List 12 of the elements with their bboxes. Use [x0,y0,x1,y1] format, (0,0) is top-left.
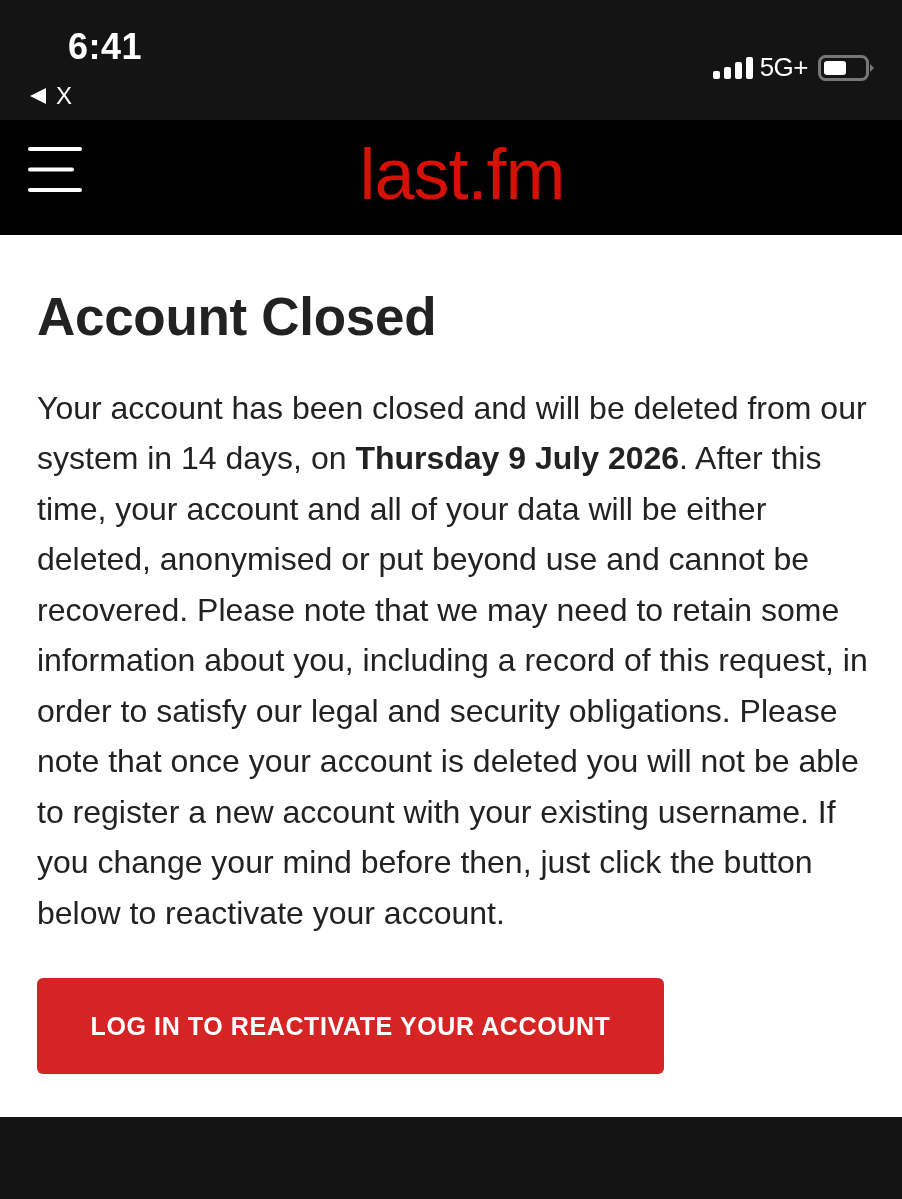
back-triangle-icon [30,88,46,104]
reactivate-button[interactable]: LOG IN TO REACTIVATE YOUR ACCOUNT [37,978,664,1075]
back-link[interactable]: X [30,82,72,110]
menu-button[interactable] [28,147,82,192]
signal-bars-icon [712,56,754,79]
closure-message: Your account has been closed and will be deleted from our system in 14 days, on Thursday 9 July 2026. After this time, your account and all of your data will be either deleted, anonymised or put beyond use and cannot be recovered. Please note that we may need to retain some information about you, including a record of this request, in order to satisfy our legal and security obligations. Please note that once your account is deleted you will not be able to register a new account with your existing username. If you change your mind before then, just click the button below to reactivate your account. [37,388,869,933]
network-type: 5G+ [759,52,808,83]
page-title: Account Closed [37,286,438,348]
site-logo[interactable]: last.fm [359,137,565,210]
clock-time: 6:41 [68,26,143,68]
battery-icon [818,54,874,81]
menu-icon [28,147,82,192]
